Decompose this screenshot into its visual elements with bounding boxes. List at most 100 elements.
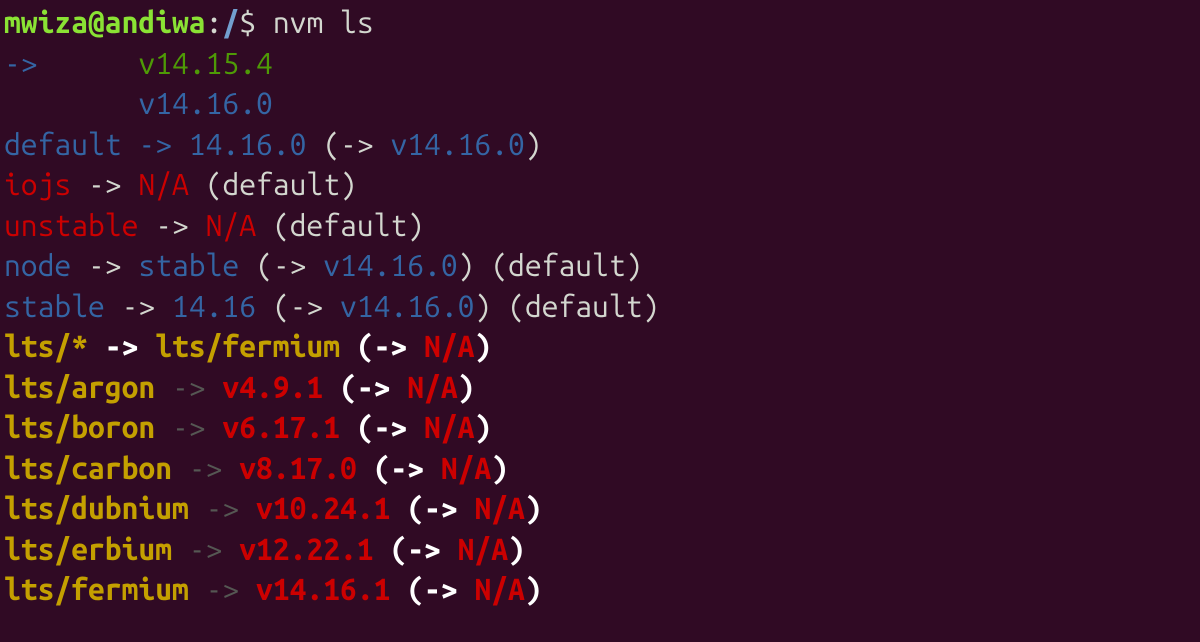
alias-name: lts/dubnium	[4, 491, 189, 525]
alias-name: stable	[4, 289, 105, 323]
na: N/A	[458, 532, 508, 566]
prompt-path: /	[222, 5, 239, 39]
alias-line-node: node -> stable (-> v14.16.0) (default)	[4, 245, 1196, 286]
paren-close: )	[458, 248, 475, 282]
alias-name: node	[4, 248, 71, 282]
prompt-colon: :	[206, 5, 223, 39]
arrow: ->	[172, 532, 239, 566]
prompt-dollar: $	[239, 5, 273, 39]
note: (default)	[189, 167, 357, 201]
version-line: v14.16.0	[4, 83, 1196, 124]
alias-target: lts/fermium	[155, 329, 340, 363]
alias-line-default: default -> 14.16.0 (-> v14.16.0)	[4, 124, 1196, 165]
paren-close: )	[474, 410, 491, 444]
arrow: ->	[340, 127, 390, 161]
paren-close: )	[474, 289, 491, 323]
paren-close: )	[508, 532, 525, 566]
arrow: ->	[172, 451, 239, 485]
current-arrow: ->	[4, 46, 138, 80]
na: N/A	[474, 572, 524, 606]
alias-name: lts/carbon	[4, 451, 172, 485]
arrow: ->	[122, 127, 189, 161]
arrow: ->	[290, 289, 340, 323]
alias-target: v8.17.0	[239, 451, 357, 485]
alias-name: lts/erbium	[4, 532, 172, 566]
resolved: v14.16.0	[323, 248, 457, 282]
alias-name: lts/argon	[4, 370, 155, 404]
alias-name: default	[4, 127, 122, 161]
paren-close: )	[525, 572, 542, 606]
na: N/A	[474, 491, 524, 525]
arrow: ->	[374, 410, 424, 444]
note: (default)	[491, 289, 659, 323]
arrow: ->	[424, 491, 474, 525]
arrow: ->	[71, 248, 138, 282]
paren-open: (	[239, 248, 273, 282]
version-text: v14.15.4	[138, 46, 272, 80]
arrow: ->	[138, 208, 205, 242]
alias-target: stable	[138, 248, 239, 282]
na: N/A	[407, 370, 457, 404]
resolved: v14.16.0	[390, 127, 524, 161]
paren-close: )	[525, 127, 542, 161]
note: (default)	[256, 208, 424, 242]
alias-line-iojs: iojs -> N/A (default)	[4, 164, 1196, 205]
na: N/A	[206, 208, 256, 242]
alias-line-lts-fermium: lts/fermium -> v14.16.1 (-> N/A)	[4, 569, 1196, 610]
paren-open: (	[340, 329, 374, 363]
alias-target: v4.9.1	[222, 370, 323, 404]
command-text: nvm ls	[273, 5, 374, 39]
arrow: ->	[424, 572, 474, 606]
arrow: ->	[189, 572, 256, 606]
note: (default)	[474, 248, 642, 282]
alias-line-lts-boron: lts/boron -> v6.17.1 (-> N/A)	[4, 407, 1196, 448]
alias-line-unstable: unstable -> N/A (default)	[4, 205, 1196, 246]
alias-target: v12.22.1	[239, 532, 373, 566]
arrow: ->	[189, 491, 256, 525]
alias-target: v6.17.1	[222, 410, 340, 444]
alias-target: 14.16.0	[189, 127, 307, 161]
alias-target: 14.16	[172, 289, 256, 323]
paren-open: (	[357, 451, 391, 485]
alias-target: v10.24.1	[256, 491, 390, 525]
paren-open: (	[323, 370, 357, 404]
paren-close: )	[458, 370, 475, 404]
resolved: v14.16.0	[340, 289, 474, 323]
version-line-current: -> v14.15.4	[4, 43, 1196, 84]
paren-open: (	[340, 410, 374, 444]
paren-open: (	[390, 572, 424, 606]
version-text: v14.16.0	[138, 86, 272, 120]
arrow: ->	[390, 451, 440, 485]
prompt-line[interactable]: mwiza@andiwa:/$ nvm ls	[4, 2, 1196, 43]
paren-close: )	[474, 329, 491, 363]
arrow: ->	[155, 370, 222, 404]
paren-open: (	[374, 532, 408, 566]
alias-line-lts-star: lts/* -> lts/fermium (-> N/A)	[4, 326, 1196, 367]
alias-name: lts/*	[4, 329, 88, 363]
paren-close: )	[491, 451, 508, 485]
alias-name: lts/boron	[4, 410, 155, 444]
arrow: ->	[273, 248, 323, 282]
alias-line-stable: stable -> 14.16 (-> v14.16.0) (default)	[4, 286, 1196, 327]
arrow: ->	[155, 410, 222, 444]
paren-open: (	[390, 491, 424, 525]
alias-line-lts-carbon: lts/carbon -> v8.17.0 (-> N/A)	[4, 448, 1196, 489]
alias-line-lts-argon: lts/argon -> v4.9.1 (-> N/A)	[4, 367, 1196, 408]
arrow: ->	[71, 167, 138, 201]
pad	[4, 86, 138, 120]
na: N/A	[138, 167, 188, 201]
na: N/A	[424, 410, 474, 444]
alias-line-lts-erbium: lts/erbium -> v12.22.1 (-> N/A)	[4, 529, 1196, 570]
arrow: ->	[357, 370, 407, 404]
terminal-output[interactable]: mwiza@andiwa:/$ nvm ls -> v14.15.4 v14.1…	[0, 0, 1200, 612]
alias-name: iojs	[4, 167, 71, 201]
na: N/A	[441, 451, 491, 485]
alias-line-lts-dubnium: lts/dubnium -> v10.24.1 (-> N/A)	[4, 488, 1196, 529]
alias-name: unstable	[4, 208, 138, 242]
paren-open: (	[306, 127, 340, 161]
alias-target: v14.16.1	[256, 572, 390, 606]
paren-open: (	[256, 289, 290, 323]
arrow: ->	[88, 329, 155, 363]
na: N/A	[424, 329, 474, 363]
arrow: ->	[105, 289, 172, 323]
